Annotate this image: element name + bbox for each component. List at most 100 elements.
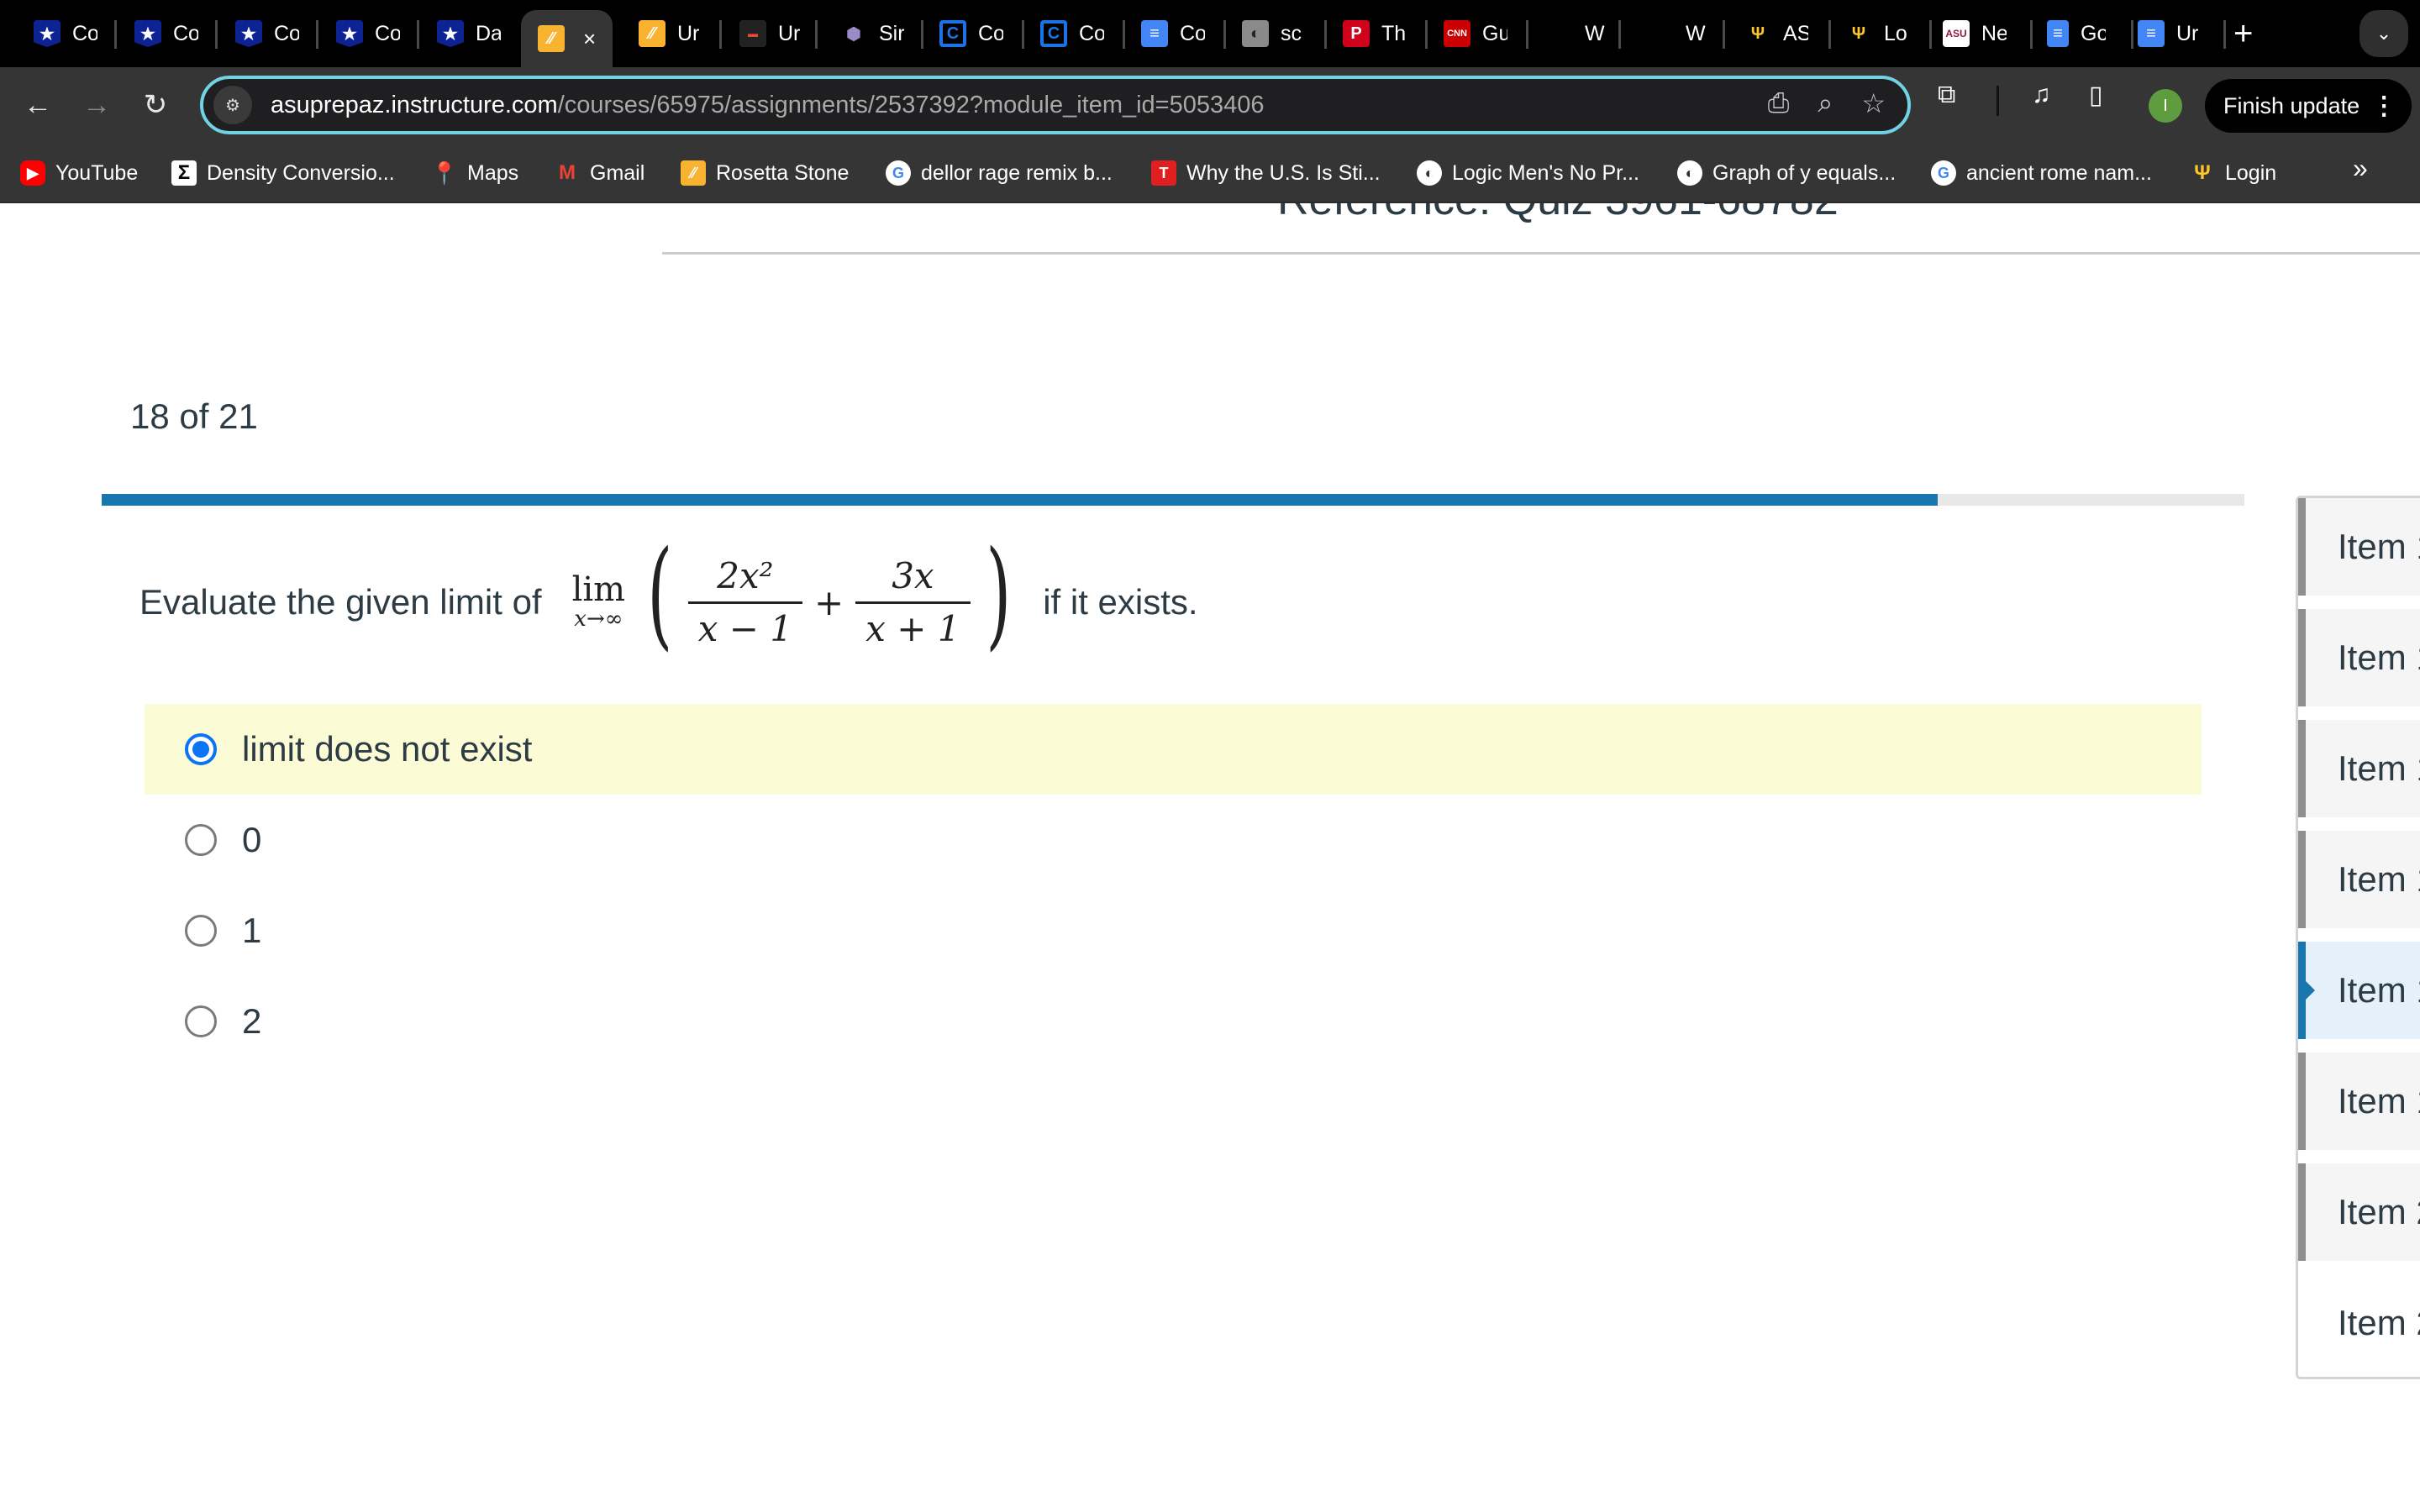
url-text[interactable]: asuprepaz.instructure.com/courses/65975/… xyxy=(271,92,1265,119)
tab-separator xyxy=(316,20,318,49)
answer-option[interactable]: 1 xyxy=(145,885,2202,976)
google-icon: G xyxy=(886,160,911,186)
nav-item[interactable]: Item 16 xyxy=(2298,609,2420,706)
tab-active[interactable]: ⁄⁄ × xyxy=(521,10,613,67)
nav-item-label: Item 19 xyxy=(2338,970,2420,1010)
bookmark-star-icon[interactable]: ☆ xyxy=(1861,87,1886,119)
tab[interactable]: ★ Co xyxy=(34,10,97,57)
nav-item[interactable]: Item 18 xyxy=(2298,831,2420,928)
nav-item-current[interactable]: Item 19 xyxy=(2298,942,2420,1039)
tab[interactable]: ★ Co xyxy=(235,10,299,57)
answer-option[interactable]: limit does not exist xyxy=(145,704,2202,795)
bookmark-youtube[interactable]: ▶ YouTube xyxy=(20,156,138,190)
tab[interactable]: ⬢ Sir xyxy=(840,10,904,57)
url-path: /courses/65975/assignments/2537392?modul… xyxy=(557,91,1265,118)
tab[interactable]: C Co xyxy=(1040,10,1104,57)
nav-item[interactable]: Item 2 xyxy=(2298,1163,2420,1261)
address-bar[interactable]: ⚙ asuprepaz.instructure.com/courses/6597… xyxy=(200,76,1911,134)
site-info-button[interactable]: ⚙ xyxy=(213,86,252,124)
tab-label: Ur xyxy=(677,21,700,45)
tab[interactable]: P Th xyxy=(1343,10,1407,57)
bookmark-rosetta[interactable]: ⁄⁄ Rosetta Stone xyxy=(681,156,849,190)
nav-item[interactable]: Item 15 xyxy=(2298,498,2420,596)
install-app-icon[interactable]: ⎙ xyxy=(1768,87,1790,119)
radio-unchecked-icon[interactable] xyxy=(185,824,217,856)
tab-separator xyxy=(1324,20,1327,49)
tab-label: W xyxy=(1686,21,1706,45)
nav-item-label: Item 15 xyxy=(2338,527,2420,566)
nav-item[interactable]: Item 1 xyxy=(2298,1053,2420,1150)
tab[interactable]: ≡ Co xyxy=(1141,10,1205,57)
tab[interactable]: ◐ sc xyxy=(1242,10,1306,57)
puzzle-icon: ⧉ xyxy=(1938,81,1956,108)
lim-subscript: x→∞ xyxy=(574,606,623,632)
title-divider xyxy=(662,252,2420,255)
fraction-bar xyxy=(687,601,803,604)
nav-item[interactable]: Item 2 xyxy=(2298,1274,2420,1372)
tab-separator xyxy=(1123,20,1125,49)
bookmark-login[interactable]: Ψ Login xyxy=(2190,156,2276,190)
rosetta-icon: ⁄⁄ xyxy=(639,20,666,47)
tab[interactable]: W xyxy=(1585,10,1610,57)
reload-button[interactable]: ↻ xyxy=(138,87,173,123)
question-counter: 18 of 21 xyxy=(130,396,258,436)
tab-search-button[interactable]: ⌄ xyxy=(2360,10,2408,57)
bookmark-label: YouTube xyxy=(55,160,139,185)
pitchfork-icon: Ψ xyxy=(1750,24,1765,43)
tab[interactable]: ★ Co xyxy=(134,10,198,57)
tab[interactable]: ≡ Go xyxy=(2047,10,2106,57)
answer-option[interactable]: 2 xyxy=(145,976,2202,1067)
side-panel-button[interactable]: ▯ xyxy=(2089,81,2103,110)
tab[interactable]: CNN Gu xyxy=(1444,10,1507,57)
tab-separator xyxy=(2131,20,2133,49)
google-icon: G xyxy=(1931,160,1956,186)
answer-option[interactable]: 0 xyxy=(145,795,2202,885)
bookmark-dellor[interactable]: Gdellor rage remix b... xyxy=(886,156,1113,190)
tab[interactable]: C Co xyxy=(939,10,1003,57)
globe-icon: ◐ xyxy=(1677,160,1702,186)
bookmark-label: Rosetta Stone xyxy=(716,160,850,185)
limit-expression: lim x→∞ ( 2x² x − 1 + 3x x + 1 ) xyxy=(572,536,1022,654)
bookmark-graph[interactable]: ◐ Graph of y equals... xyxy=(1677,156,1896,190)
finish-update-button[interactable]: Finish update ⋮ xyxy=(2205,79,2412,133)
kebab-menu-icon: ⋮ xyxy=(2371,92,2397,120)
bookmark-density[interactable]: Σ Density Conversio... xyxy=(171,156,395,190)
bookmark-ancient-rome[interactable]: Gancient rome nam... xyxy=(1931,156,2152,190)
tab[interactable]: Ψ Lo xyxy=(1845,10,1909,57)
url-domain: asuprepaz.instructure.com xyxy=(271,91,558,118)
profile-avatar[interactable]: I xyxy=(2149,89,2182,123)
shield-star-icon: ★ xyxy=(134,20,161,47)
bookmark-why-us[interactable]: T Why the U.S. Is Sti... xyxy=(1151,156,1381,190)
radio-checked-icon[interactable] xyxy=(185,733,217,765)
quiz-progress-fill xyxy=(102,494,1939,506)
tab[interactable]: ⁄⁄ Ur xyxy=(639,10,702,57)
tab-label: Co xyxy=(173,21,198,45)
answer-label: 2 xyxy=(242,1001,262,1041)
tab[interactable]: ★ Da xyxy=(437,10,501,57)
new-tab-button[interactable]: + xyxy=(2233,15,2253,53)
zoom-icon[interactable]: ⌕ xyxy=(1818,87,1833,119)
radio-unchecked-icon[interactable] xyxy=(185,1005,217,1037)
more-bookmarks-button[interactable]: » xyxy=(2353,153,2368,184)
back-button[interactable]: ← xyxy=(20,87,55,123)
tab[interactable]: ★ Co xyxy=(336,10,400,57)
tab-separator xyxy=(1425,20,1428,49)
nav-item[interactable]: Item 17 xyxy=(2298,720,2420,817)
media-control-button[interactable]: ♫ xyxy=(2032,81,2051,109)
extensions-button[interactable]: ⧉ xyxy=(1938,81,1955,109)
bookmark-logic-men[interactable]: ◐ Logic Men's No Pr... xyxy=(1417,156,1639,190)
forward-button[interactable]: → xyxy=(79,87,114,123)
close-tab-icon[interactable]: × xyxy=(583,26,596,52)
radio-unchecked-icon[interactable] xyxy=(185,915,217,947)
bookmark-gmail[interactable]: M Gmail xyxy=(555,156,644,190)
tab[interactable]: ≡ Ur xyxy=(2138,10,2202,57)
bookmarks-bar: ▶ YouTube Σ Density Conversio... 📍 Maps M Gm… xyxy=(0,143,2420,203)
nav-item-label: Item 2 xyxy=(2338,1303,2420,1342)
playlist-music-icon: ♫ xyxy=(2032,81,2051,108)
tab[interactable]: W xyxy=(1686,10,1711,57)
tab[interactable]: Ψ AS xyxy=(1744,10,1808,57)
fraction-denominator: x − 1 xyxy=(697,607,793,649)
bookmark-maps[interactable]: 📍 Maps xyxy=(431,156,518,190)
tab[interactable]: ASU Ne xyxy=(1943,10,2007,57)
tab[interactable]: ▬ Ur xyxy=(739,10,803,57)
